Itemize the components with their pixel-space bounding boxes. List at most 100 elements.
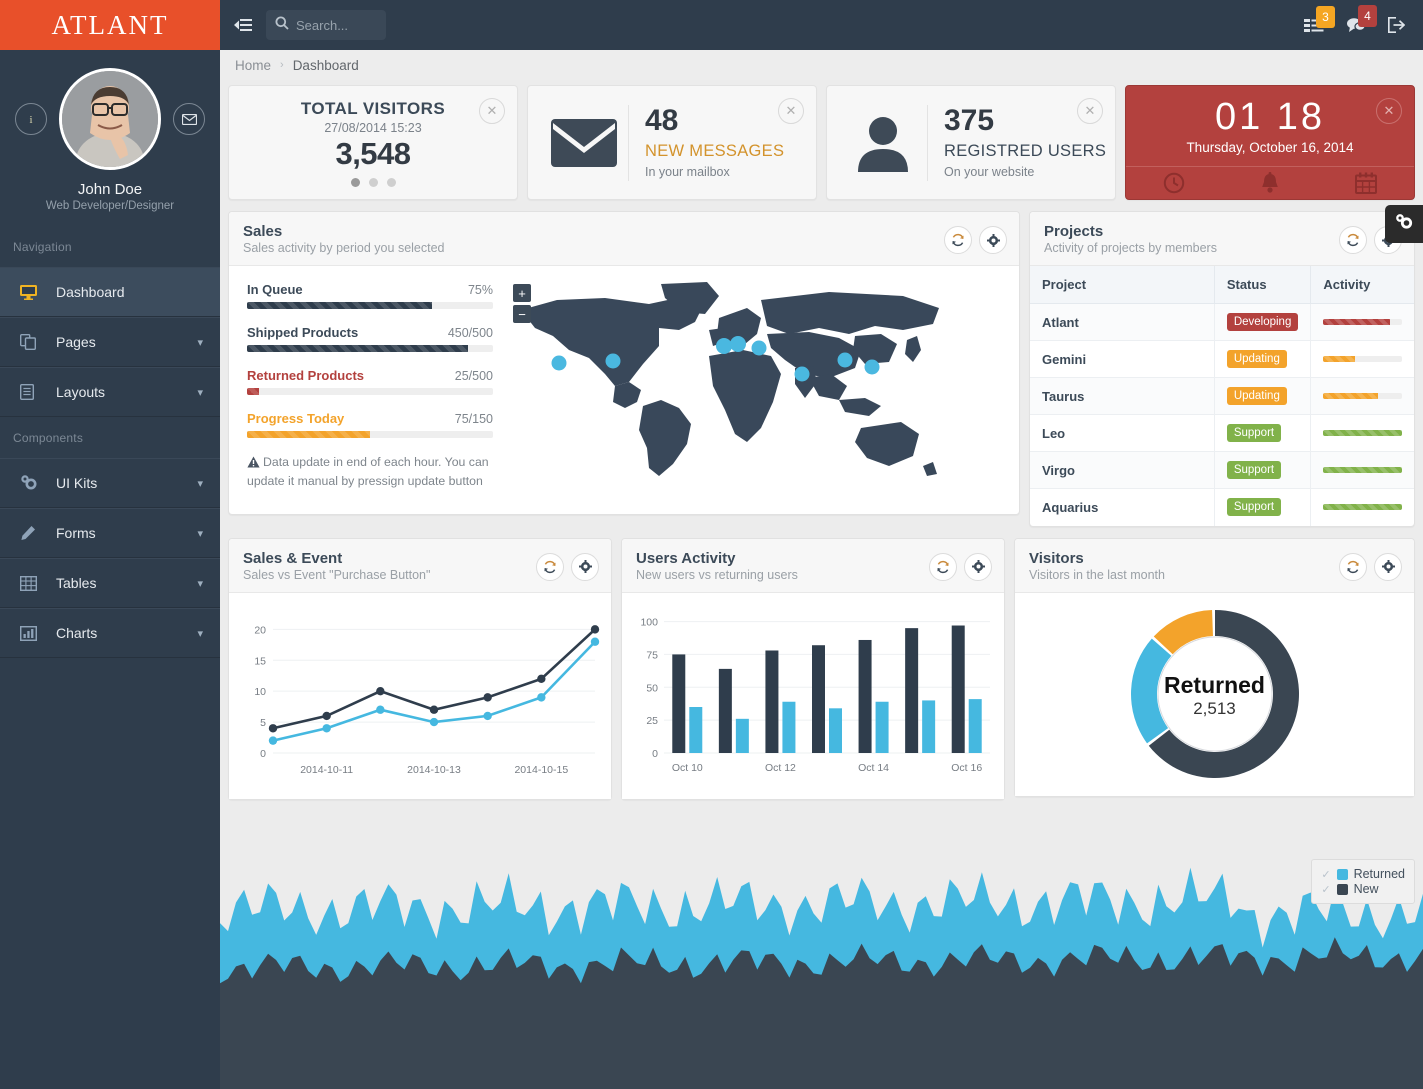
document-icon	[20, 384, 56, 400]
top-bar: 3 4	[220, 0, 1423, 50]
panel-header: Sales Sales activity by period you selec…	[229, 212, 1019, 266]
chevron-down-icon: ▾	[197, 386, 203, 399]
settings-tab-button[interactable]	[1385, 205, 1423, 243]
carousel-dot[interactable]	[350, 177, 360, 187]
close-icon[interactable]: ✕	[1077, 98, 1103, 124]
refresh-icon[interactable]	[1339, 226, 1367, 254]
map-zoom-in-button[interactable]: +	[513, 284, 531, 302]
sidebar-item-layouts[interactable]: Layouts ▾	[0, 367, 220, 417]
svg-text:0: 0	[652, 748, 658, 760]
card-clock: ✕ 01 18 Thursday, October 16, 2014	[1125, 85, 1415, 200]
chat-icon[interactable]: 4	[1346, 5, 1377, 33]
close-icon[interactable]: ✕	[778, 98, 804, 124]
panel-header: Projects Activity of projects by members	[1030, 212, 1414, 266]
column-activity: Activity	[1310, 266, 1414, 304]
gear-icon[interactable]	[964, 552, 992, 581]
legend-swatch	[1336, 883, 1348, 895]
panel-header: Visitors Visitors in the last month	[1015, 538, 1414, 593]
sidebar-item-charts[interactable]: Charts ▾	[0, 608, 220, 658]
svg-text:Oct 14: Oct 14	[858, 762, 889, 774]
status-badge: Updating	[1226, 350, 1287, 368]
new-messages-sub: In your mailbox	[645, 165, 730, 179]
user-icon	[841, 114, 925, 172]
map-zoom-out-button[interactable]: −	[513, 305, 531, 323]
sidebar-item-label: Dashboard	[56, 284, 125, 300]
avatar[interactable]	[59, 68, 161, 170]
logout-icon[interactable]	[1388, 17, 1405, 33]
close-icon[interactable]: ✕	[479, 98, 505, 124]
brand-logo[interactable]: ATLANT	[0, 0, 220, 50]
envelope-icon[interactable]	[173, 103, 205, 135]
refresh-icon[interactable]	[929, 552, 957, 581]
table-row[interactable]: Atlant Developing	[1030, 303, 1414, 341]
breadcrumb-home[interactable]: Home	[235, 58, 271, 73]
svg-text:50: 50	[646, 682, 658, 694]
svg-text:Oct 10: Oct 10	[672, 762, 703, 774]
bell-icon[interactable]	[1222, 171, 1318, 194]
gear-icon[interactable]	[571, 552, 599, 581]
nav-section-title: Navigation	[13, 240, 72, 254]
close-icon[interactable]: ✕	[1376, 98, 1402, 124]
table-row[interactable]: Aquarius Support	[1030, 488, 1414, 526]
table-row[interactable]: Taurus Updating	[1030, 377, 1414, 415]
legend-swatch	[1336, 868, 1348, 880]
sales-note: Data update in end of each hour. You can…	[247, 454, 493, 489]
tasks-icon[interactable]: 3	[1304, 5, 1335, 33]
card-registered-users: ✕ 375 REGISTRED USERS On your website	[826, 85, 1116, 200]
refresh-icon[interactable]	[536, 552, 564, 581]
chevron-down-icon: ▾	[197, 527, 203, 540]
sales-event-chart: 0 5 10 15 20 2014-10-11 2014-10-13 2014-10-15	[229, 592, 611, 799]
divider	[628, 104, 629, 181]
gear-icon[interactable]	[979, 226, 1007, 254]
table-row[interactable]: Virgo Support	[1030, 451, 1414, 489]
progress-track	[247, 302, 493, 309]
table-header-row: Project Status Activity	[1030, 266, 1414, 304]
carousel-dots[interactable]	[350, 177, 396, 187]
menu-collapse-icon[interactable]	[220, 18, 266, 32]
carousel-dot[interactable]	[386, 177, 396, 187]
refresh-icon[interactable]	[1339, 552, 1367, 581]
search-field[interactable]	[296, 17, 374, 33]
progress-returned-products: Returned Products 25/500	[247, 368, 493, 395]
clock-icon[interactable]	[1126, 172, 1222, 194]
info-icon[interactable]: i	[15, 103, 47, 135]
sidebar-item-label: UI Kits	[56, 475, 98, 491]
project-name: Leo	[1030, 414, 1215, 452]
calendar-icon[interactable]	[1318, 172, 1414, 194]
svg-text:10: 10	[254, 686, 266, 698]
table-row[interactable]: Leo Support	[1030, 414, 1414, 452]
progress-shipped-products: Shipped Products 450/500	[247, 325, 493, 352]
legend-item[interactable]: ✓ Returned	[1321, 867, 1405, 881]
nav-section-title: Components	[13, 431, 84, 445]
table-row[interactable]: Gemini Updating	[1030, 340, 1414, 378]
sidebar-item-dashboard[interactable]: Dashboard	[0, 267, 220, 317]
sidebar-item-label: Tables	[56, 575, 97, 591]
breadcrumb: Home › Dashboard	[220, 50, 1423, 80]
search-input[interactable]	[266, 10, 386, 40]
sidebar-item-tables[interactable]: Tables ▾	[0, 558, 220, 608]
carousel-dot[interactable]	[368, 177, 378, 187]
sidebar-item-forms[interactable]: Forms ▾	[0, 508, 220, 558]
chevron-down-icon: ▾	[197, 336, 203, 349]
search-icon	[275, 16, 289, 35]
refresh-icon[interactable]	[944, 226, 972, 254]
status-badge: Updating	[1226, 387, 1287, 405]
new-messages-label: NEW MESSAGES	[645, 142, 785, 160]
panel-header: Users Activity New users vs returning us…	[622, 538, 1004, 593]
progress-fill	[247, 431, 370, 438]
sidebar-item-ui-kits[interactable]: UI Kits ▾	[0, 458, 220, 508]
map-zoom-controls: + −	[513, 284, 531, 323]
progress-value: 450/500	[447, 326, 493, 340]
legend-item[interactable]: ✓ New	[1321, 882, 1405, 896]
progress-label: Progress Today	[247, 411, 345, 426]
stats-row: ✕ TOTAL VISITORS 27/08/2014 15:23 3,548 …	[220, 85, 1423, 200]
progress-value: 25/500	[454, 369, 493, 383]
sidebar-item-pages[interactable]: Pages ▾	[0, 317, 220, 367]
panel-title: Sales	[243, 223, 283, 240]
total-visitors-value: 3,548	[335, 135, 411, 171]
bar-chart-svg: 0 25 50 75 100 Oct 10 Oct 12 Oct 14 Oct 16	[640, 616, 990, 774]
svg-text:20: 20	[254, 624, 266, 636]
clock-time: 01 18	[1214, 96, 1326, 138]
gear-icon[interactable]	[1374, 552, 1402, 581]
world-map[interactable]: + −	[509, 266, 1019, 514]
